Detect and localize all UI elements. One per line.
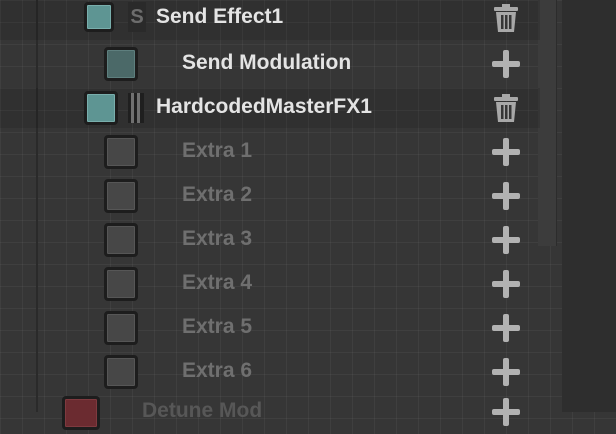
enable-checkbox[interactable] [104, 135, 138, 169]
enable-checkbox[interactable] [62, 396, 100, 430]
tree-item-extra-4[interactable]: Extra 4 [0, 264, 540, 304]
plus-icon[interactable] [491, 357, 521, 387]
tree-item-send-effect1[interactable]: S Send Effect1 [0, 0, 540, 40]
item-label: Send Modulation [182, 51, 352, 74]
item-label: Extra 4 [182, 271, 253, 294]
plus-icon[interactable] [491, 137, 521, 167]
item-label: Detune Mod [142, 399, 263, 422]
enable-checkbox[interactable] [104, 311, 138, 345]
enable-checkbox[interactable] [84, 2, 114, 32]
plus-icon[interactable] [491, 49, 521, 79]
item-label: Extra 6 [182, 359, 253, 382]
drag-handle-icon[interactable]: S [128, 2, 146, 32]
vertical-scrollbar[interactable] [538, 0, 557, 246]
trash-icon[interactable] [491, 3, 521, 33]
item-label: Extra 3 [182, 227, 253, 250]
drag-handle-icon[interactable] [128, 93, 144, 123]
tree-item-extra-5[interactable]: Extra 5 [0, 308, 540, 348]
enable-checkbox[interactable] [104, 267, 138, 301]
item-label: HardcodedMasterFX1 [156, 95, 372, 118]
enable-checkbox[interactable] [84, 91, 118, 125]
tree-item-detune-mod[interactable]: Detune Mod [0, 394, 540, 434]
item-label: Extra 2 [182, 183, 253, 206]
enable-checkbox[interactable] [104, 179, 138, 213]
tree-item-extra-1[interactable]: Extra 1 [0, 132, 540, 172]
item-label: Extra 1 [182, 139, 253, 162]
enable-checkbox[interactable] [104, 355, 138, 389]
tree-item-extra-6[interactable]: Extra 6 [0, 352, 540, 392]
plus-icon[interactable] [491, 269, 521, 299]
plus-icon[interactable] [491, 313, 521, 343]
trash-icon[interactable] [491, 93, 521, 123]
enable-checkbox[interactable] [104, 47, 138, 81]
plus-icon[interactable] [491, 181, 521, 211]
plus-icon[interactable] [491, 225, 521, 255]
item-label: Extra 5 [182, 315, 253, 338]
tree-item-send-modulation[interactable]: Send Modulation [0, 44, 540, 84]
right-panel-strip [562, 0, 616, 412]
item-label: Send Effect1 [156, 5, 284, 28]
enable-checkbox[interactable] [104, 223, 138, 257]
tree-item-extra-2[interactable]: Extra 2 [0, 176, 540, 216]
plus-icon[interactable] [491, 397, 521, 427]
tree-item-extra-3[interactable]: Extra 3 [0, 220, 540, 260]
tree-item-hardcodedmasterfx1[interactable]: HardcodedMasterFX1 [0, 88, 540, 128]
